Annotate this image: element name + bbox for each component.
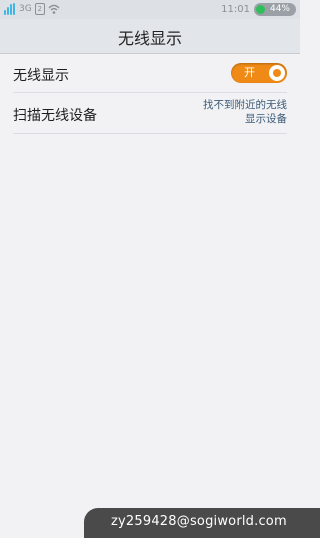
toggle-label: 开 (244, 66, 255, 79)
sim-icon: 2 (34, 3, 45, 15)
title-bar: 无线显示 (0, 19, 300, 54)
battery-icon: 44% (253, 3, 296, 16)
page-title: 无线显示 (117, 29, 182, 48)
wifi-icon (48, 4, 60, 14)
toggle-knob (269, 65, 285, 81)
scan-status-text: 找不到附近的无线显示设备 (203, 99, 287, 125)
battery-percent: 44% (269, 4, 290, 14)
wireless-display-toggle[interactable]: 开 (231, 63, 287, 83)
status-time: 11:01 (221, 3, 250, 15)
status-right: 11:01 44% (221, 3, 296, 16)
status-left: 3G 2 (4, 3, 60, 15)
wireless-display-row[interactable]: 无线显示 开 (13, 54, 287, 93)
wireless-display-label: 无线显示 (13, 68, 69, 84)
scan-devices-row[interactable]: 扫描无线设备 找不到附近的无线显示设备 (13, 93, 287, 134)
watermark: zy259428@sogiworld.com (84, 508, 320, 538)
network-type: 3G (19, 4, 32, 14)
scan-devices-label: 扫描无线设备 (13, 108, 97, 124)
status-bar: 3G 2 11:01 44% (0, 0, 300, 19)
signal-icon (4, 3, 16, 15)
battery-level-indicator (255, 5, 265, 14)
